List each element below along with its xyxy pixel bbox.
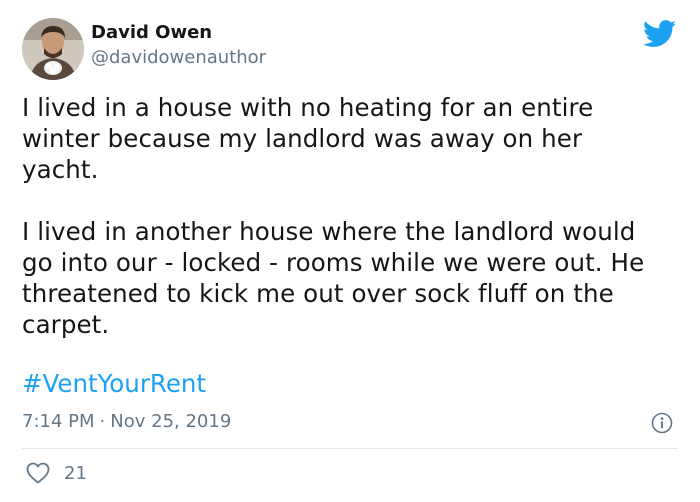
heart-icon [26, 462, 50, 484]
avatar-image [22, 18, 84, 80]
divider [22, 448, 678, 449]
author-handle[interactable]: @davidowenauthor [91, 48, 266, 67]
timestamp-separator: · [99, 411, 106, 432]
author-names: David Owen @davidowenauthor [91, 23, 266, 67]
tweet-date: Nov 25, 2019 [110, 411, 232, 432]
info-icon[interactable] [651, 412, 673, 434]
tweet-timestamp[interactable]: 7:14 PM · Nov 25, 2019 [22, 410, 231, 434]
tweet-card: David Owen @davidowenauthor I lived in a… [0, 0, 700, 502]
like-button[interactable]: 21 [26, 462, 87, 484]
tweet-header: David Owen @davidowenauthor [22, 17, 266, 81]
tweet-text: I lived in a house with no heating for a… [22, 92, 682, 340]
tweet-paragraph: I lived in another house where the landl… [22, 217, 645, 339]
tweet-paragraph: I lived in a house with no heating for a… [22, 93, 594, 184]
author-display-name[interactable]: David Owen [91, 23, 266, 42]
hashtag-link[interactable]: #VentYourRent [22, 368, 206, 399]
tweet-time: 7:14 PM [22, 411, 95, 432]
twitter-bird-icon[interactable] [643, 20, 677, 48]
avatar[interactable] [22, 18, 84, 80]
like-count: 21 [64, 462, 87, 484]
